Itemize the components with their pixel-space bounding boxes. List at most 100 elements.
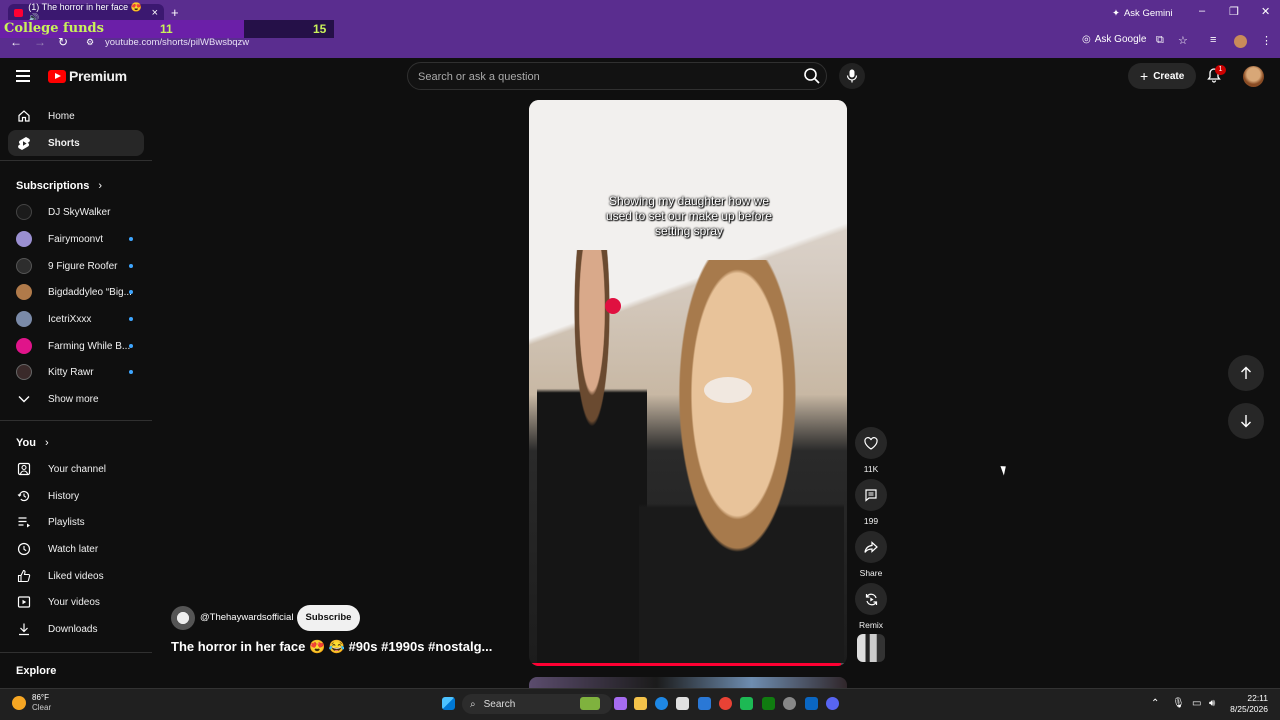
- ask-gemini-button[interactable]: ✦ Ask Gemini: [1106, 5, 1179, 21]
- show-more-button[interactable]: Show more: [8, 386, 144, 412]
- windows-start-icon[interactable]: [442, 697, 455, 710]
- clock-icon: [16, 541, 32, 557]
- sidebar-item-subscription[interactable]: IcetriXxxx: [8, 306, 144, 332]
- sidebar-item-history[interactable]: History: [8, 483, 144, 509]
- sidebar-item-subscription[interactable]: Farming While B...: [8, 333, 144, 359]
- sidebar-item-subscription[interactable]: Bigdaddyleo “Big...: [8, 279, 144, 305]
- edge-icon[interactable]: [655, 697, 668, 710]
- close-window-icon[interactable]: ✕: [1261, 5, 1270, 18]
- menu-dots-icon[interactable]: ⋮: [1261, 34, 1272, 47]
- microphone-icon[interactable]: 🎙︎: [1172, 698, 1185, 709]
- share-button[interactable]: Share: [855, 531, 887, 578]
- new-content-dot: [129, 344, 133, 348]
- search-input[interactable]: Search or ask a question: [418, 71, 540, 83]
- subscribe-button[interactable]: Subscribe: [297, 605, 360, 631]
- taskbar-clock[interactable]: 22:11 8/25/2026: [1228, 693, 1268, 715]
- sidebar-item-home[interactable]: Home: [8, 103, 144, 129]
- new-content-dot: [129, 237, 133, 241]
- chrome-icon[interactable]: [719, 697, 732, 710]
- install-icon[interactable]: ⧉: [1156, 34, 1164, 47]
- close-tab-icon[interactable]: ×: [152, 7, 158, 19]
- new-tab-icon[interactable]: +: [171, 5, 179, 20]
- next-short-button[interactable]: [1228, 403, 1264, 439]
- video-title[interactable]: The horror in her face 😍 😂 #90s #1990s #…: [171, 639, 492, 655]
- sound-thumbnail[interactable]: [857, 634, 885, 662]
- app-icon[interactable]: [740, 697, 753, 710]
- sidebar-item-subscription[interactable]: DJ SkyWalker: [8, 199, 144, 225]
- search-box[interactable]: Search or ask a question: [407, 62, 827, 90]
- shorts-video-player[interactable]: Showing my daughter how we used to set o…: [529, 100, 847, 666]
- clock-date: 8/25/2026: [1230, 704, 1268, 714]
- new-content-dot: [129, 317, 133, 321]
- previous-short-button[interactable]: [1228, 355, 1264, 391]
- plus-icon: +: [1140, 68, 1149, 84]
- subscription-label: Farming While B...: [48, 340, 131, 352]
- channel-name[interactable]: @Thehaywardsofficial: [200, 612, 293, 623]
- youtube-logo[interactable]: Premium: [48, 68, 127, 84]
- sidebar-item-playlists[interactable]: Playlists: [8, 509, 144, 535]
- copilot-icon[interactable]: [614, 697, 627, 710]
- like-count: 11K: [863, 464, 879, 474]
- video-lips: [704, 377, 752, 403]
- subscriptions-heading[interactable]: Subscriptions ›: [16, 180, 102, 192]
- store-icon[interactable]: [676, 697, 689, 710]
- sidebar-divider: [0, 420, 152, 421]
- display-icon[interactable]: ▭: [1192, 698, 1201, 709]
- weather-widget[interactable]: 86°F Clear: [12, 693, 51, 713]
- widget-icon[interactable]: [580, 697, 600, 710]
- youtube-play-icon: [48, 69, 66, 83]
- sidebar-item-shorts[interactable]: Shorts: [8, 130, 144, 156]
- subscription-label: IcetriXxxx: [48, 313, 92, 325]
- like-button[interactable]: 11K: [855, 427, 887, 474]
- sidebar-item-subscription[interactable]: Fairymoonvt: [8, 226, 144, 252]
- comments-button[interactable]: 199: [855, 479, 887, 526]
- restore-icon[interactable]: ❐: [1229, 5, 1239, 18]
- chevron-up-icon[interactable]: ⌃: [1151, 698, 1159, 709]
- chevron-right-icon: ›: [45, 437, 49, 449]
- sidebar-item-your-channel[interactable]: Your channel: [8, 456, 144, 482]
- sidebar-item-liked-videos[interactable]: Liked videos: [8, 563, 144, 589]
- outlook-icon[interactable]: [698, 697, 711, 710]
- address-bar[interactable]: youtube.com/shorts/pilWBwsbqzw: [105, 37, 249, 48]
- video-progress-bar[interactable]: [529, 663, 847, 666]
- account-avatar[interactable]: [1243, 66, 1264, 87]
- you-heading[interactable]: You ›: [16, 437, 49, 449]
- subscription-label: 9 Figure Roofer: [48, 260, 118, 272]
- file-explorer-icon[interactable]: [634, 697, 647, 710]
- sidebar-item-subscription[interactable]: Kitty Rawr: [8, 359, 144, 385]
- minimize-icon[interactable]: –: [1199, 5, 1205, 17]
- app-icon[interactable]: [805, 697, 818, 710]
- sidebar-item-your-videos[interactable]: Your videos: [8, 589, 144, 615]
- ask-google-button[interactable]: ◎ Ask Google: [1082, 34, 1146, 45]
- sidebar-item-label: Playlists: [48, 516, 85, 528]
- search-icon[interactable]: [802, 66, 822, 86]
- volume-icon[interactable]: 🔊︎: [1209, 698, 1215, 709]
- sidebar-item-label: Your videos: [48, 596, 100, 608]
- video-caption: Showing my daughter how we used to set o…: [605, 194, 773, 238]
- site-info-icon[interactable]: ⚙: [86, 37, 94, 48]
- sidebar-item-subscription[interactable]: 9 Figure Roofer: [8, 253, 144, 279]
- menu-hamburger-icon[interactable]: [16, 70, 30, 85]
- profile-icon[interactable]: [1234, 35, 1247, 48]
- create-button[interactable]: + Create: [1128, 63, 1196, 89]
- sidebar-item-downloads[interactable]: Downloads: [8, 616, 144, 642]
- logo-label: Premium: [69, 68, 127, 84]
- video-progress-fill: [529, 663, 841, 666]
- playlists-icon: [16, 514, 32, 530]
- sidebar-item-watch-later[interactable]: Watch later: [8, 536, 144, 562]
- search-icon: ⌕: [470, 698, 476, 710]
- channel-avatar[interactable]: [171, 606, 195, 630]
- sidebar-item-label: Liked videos: [48, 570, 104, 582]
- notifications-button[interactable]: 1: [1207, 65, 1226, 88]
- settings-icon[interactable]: [783, 697, 796, 710]
- remix-button[interactable]: Remix: [855, 583, 887, 630]
- discord-icon[interactable]: [826, 697, 839, 710]
- bookmark-star-icon[interactable]: ☆: [1178, 34, 1188, 47]
- xbox-icon[interactable]: [762, 697, 775, 710]
- college-funds-overlay: College funds 11 15: [0, 20, 334, 38]
- weather-condition: Clear: [32, 703, 52, 712]
- channel-avatar: [16, 258, 32, 274]
- funds-value-2: 15: [313, 22, 327, 36]
- voice-search-button[interactable]: [839, 63, 865, 89]
- media-control-icon[interactable]: ≡: [1210, 34, 1216, 46]
